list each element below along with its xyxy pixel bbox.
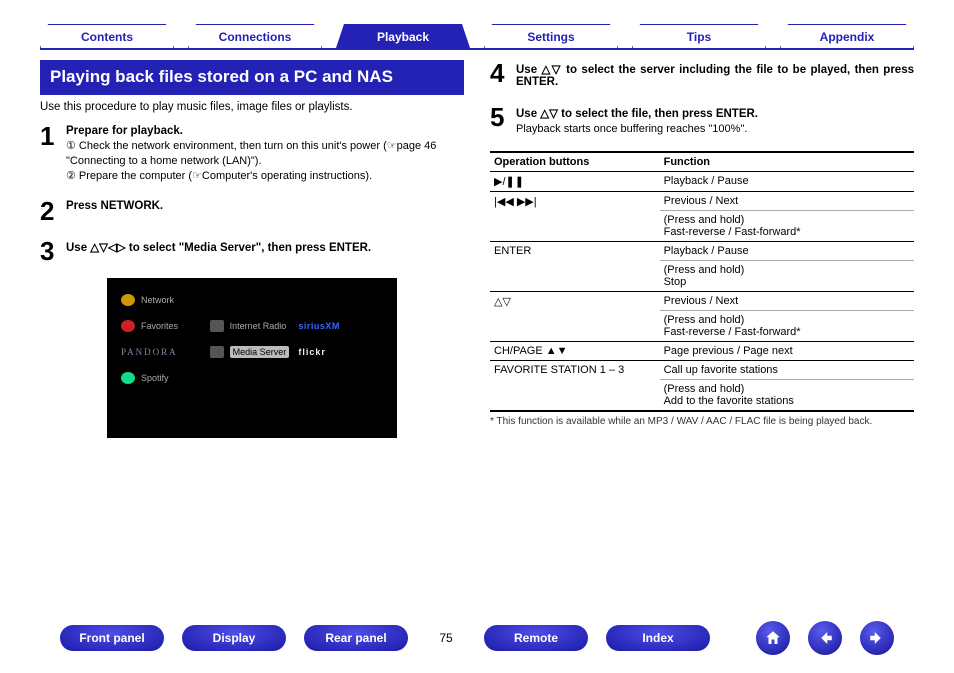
step-head: Use △▽ to select the server including th…	[516, 62, 914, 88]
pandora-logo: PANDORA	[121, 347, 178, 357]
step-number: 3	[40, 238, 58, 264]
step-sub: ② Prepare the computer (☞Computer's oper…	[66, 169, 464, 184]
tab-playback[interactable]: Playback	[336, 24, 470, 48]
tab-contents[interactable]: Contents	[40, 24, 174, 48]
step-number: 2	[40, 198, 58, 224]
step-5: 5 Use △▽ to select the file, then press …	[490, 104, 914, 137]
tab-appendix[interactable]: Appendix	[780, 24, 914, 48]
screen-spotify: Spotify	[141, 373, 169, 383]
fn-cell: (Press and hold) Fast-reverse / Fast-for…	[660, 210, 914, 241]
screen-favorites: Favorites	[141, 321, 178, 331]
step-sub: ① Check the network environment, then tu…	[66, 139, 464, 169]
pill-front-panel[interactable]: Front panel	[60, 625, 164, 651]
footnote: * This function is available while an MP…	[490, 416, 914, 427]
bottom-bar: Front panel Display Rear panel 75 Remote…	[0, 621, 954, 655]
left-column: Playing back files stored on a PC and NA…	[40, 60, 464, 448]
step-number: 4	[490, 60, 508, 90]
page-number: 75	[426, 631, 466, 645]
tab-connections[interactable]: Connections	[188, 24, 322, 48]
step-head: Prepare for playback.	[66, 125, 464, 137]
step-1: 1 Prepare for playback. ① Check the netw…	[40, 123, 464, 184]
siriusxm-logo: siriusXM	[298, 321, 340, 331]
btn-cell: ENTER	[490, 241, 660, 291]
server-icon	[210, 346, 224, 358]
th-function: Function	[660, 152, 914, 172]
btn-cell: |◀◀ ▶▶|	[490, 191, 660, 241]
fn-cell: Page previous / Page next	[660, 341, 914, 360]
pill-remote[interactable]: Remote	[484, 625, 588, 651]
home-button[interactable]	[756, 621, 790, 655]
section-title: Playing back files stored on a PC and NA…	[40, 60, 464, 95]
fn-cell: Playback / Pause	[660, 241, 914, 260]
operation-table: Operation buttons Function ▶/❚❚Playback …	[490, 151, 914, 412]
top-tabs: Contents Connections Playback Settings T…	[40, 24, 914, 50]
arrow-right-icon	[868, 629, 886, 647]
screen-iradio: Internet Radio	[230, 321, 287, 331]
tab-tips[interactable]: Tips	[632, 24, 766, 48]
step-number: 1	[40, 123, 58, 184]
step-sub: Playback starts once buffering reaches "…	[516, 122, 914, 137]
next-button[interactable]	[860, 621, 894, 655]
th-buttons: Operation buttons	[490, 152, 660, 172]
prev-button[interactable]	[808, 621, 842, 655]
fn-cell: Playback / Pause	[660, 171, 914, 191]
btn-cell: CH/PAGE ▲▼	[490, 341, 660, 360]
spotify-icon	[121, 372, 135, 384]
pill-index[interactable]: Index	[606, 625, 710, 651]
flickr-logo: flickr	[298, 347, 326, 357]
intro-text: Use this procedure to play music files, …	[40, 101, 464, 113]
screen-mediaserver: Media Server	[230, 346, 290, 358]
btn-cell: △▽	[490, 291, 660, 341]
heart-icon	[121, 320, 135, 332]
btn-cell: FAVORITE STATION 1 – 3	[490, 360, 660, 411]
arrow-left-icon	[816, 629, 834, 647]
step-head: Use △▽ to select the file, then press EN…	[516, 106, 914, 120]
step-4: 4 Use △▽ to select the server including …	[490, 60, 914, 90]
btn-cell: ▶/❚❚	[490, 171, 660, 191]
step-2: 2 Press NETWORK.	[40, 198, 464, 224]
screen-title: Network	[141, 295, 174, 305]
right-column: 4 Use △▽ to select the server including …	[490, 60, 914, 448]
step-3: 3 Use △▽◁▷ to select "Media Server", the…	[40, 238, 464, 264]
fn-cell: Previous / Next	[660, 291, 914, 310]
pill-rear-panel[interactable]: Rear panel	[304, 625, 408, 651]
network-screen: Network Favorites Internet Radio siriusX…	[107, 278, 397, 438]
globe-icon	[121, 294, 135, 306]
step-number: 5	[490, 104, 508, 137]
pill-display[interactable]: Display	[182, 625, 286, 651]
radio-icon	[210, 320, 224, 332]
fn-cell: Previous / Next	[660, 191, 914, 210]
home-icon	[764, 629, 782, 647]
tab-settings[interactable]: Settings	[484, 24, 618, 48]
fn-cell: (Press and hold) Stop	[660, 260, 914, 291]
step-head: Use △▽◁▷ to select "Media Server", then …	[66, 240, 464, 254]
fn-cell: (Press and hold) Fast-reverse / Fast-for…	[660, 310, 914, 341]
fn-cell: (Press and hold) Add to the favorite sta…	[660, 379, 914, 411]
fn-cell: Call up favorite stations	[660, 360, 914, 379]
step-head: Press NETWORK.	[66, 200, 464, 212]
